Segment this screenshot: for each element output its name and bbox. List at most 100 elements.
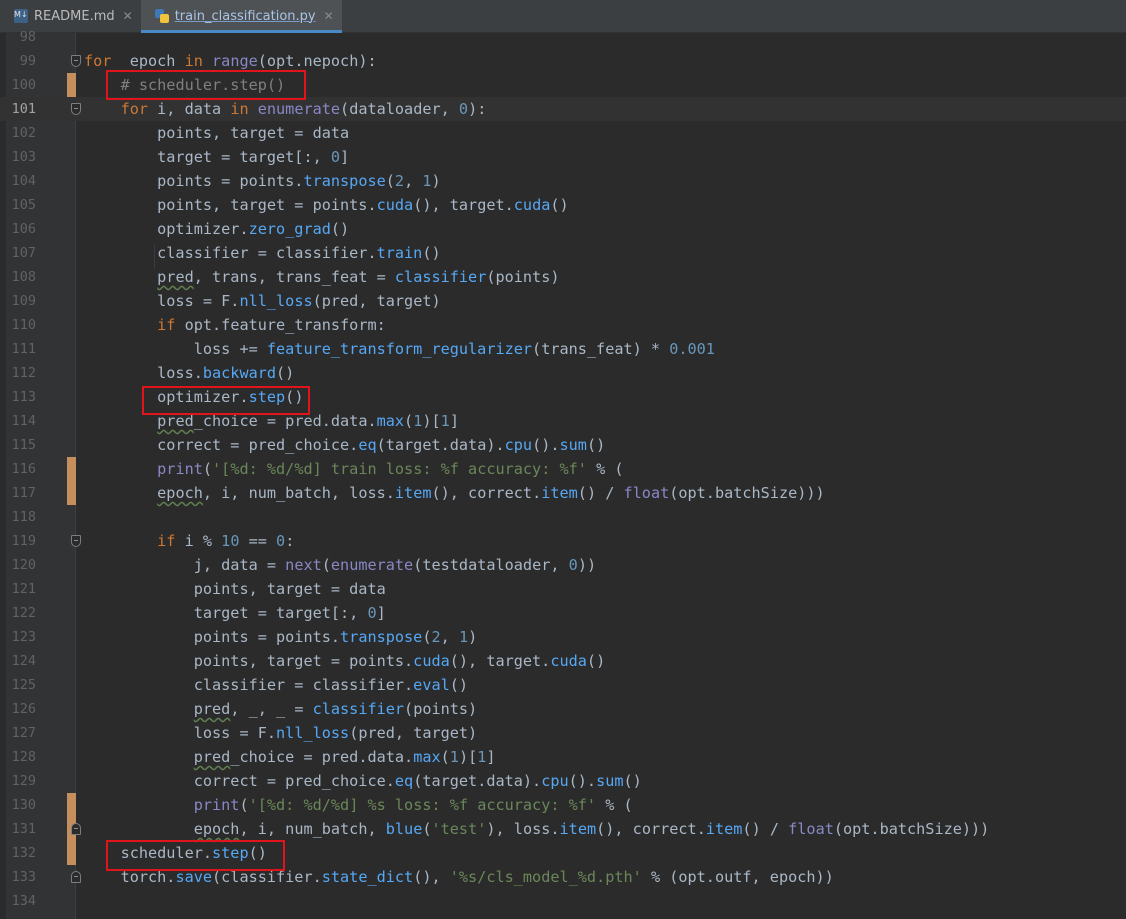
code-line[interactable]: 118 [0,505,1126,529]
code-token: classifier [394,268,487,286]
change-marker[interactable] [67,481,76,505]
fold-toggle-icon[interactable] [71,535,81,547]
code-line[interactable]: 134 [0,889,1126,913]
code-line[interactable]: 117 epoch, i, num_batch, loss.item(), co… [0,481,1126,505]
code-token: , [440,628,459,646]
code-token: max [376,412,405,430]
code-text: if i % 10 == 0: [84,529,294,553]
code-line[interactable]: 119 if i % 10 == 0: [0,529,1126,553]
highlight-box-scheduler-step [106,840,285,871]
code-token: % ( [596,796,633,814]
code-token: epoch [193,820,240,838]
code-line[interactable]: 106 optimizer.zero_grad() [0,217,1126,241]
code-token: , i, num_batch, loss. [202,484,395,502]
fold-toggle-icon[interactable] [71,823,81,835]
change-marker[interactable] [67,841,76,865]
code-line[interactable]: 98 [0,25,1126,49]
code-line[interactable]: 103 target = target[:, 0] [0,145,1126,169]
code-line[interactable]: 129 correct = pred_choice.eq(target.data… [0,769,1126,793]
code-line[interactable]: 121 points, target = data [0,577,1126,601]
code-line[interactable]: 107 classifier = classifier.train() [0,241,1126,265]
code-line[interactable]: 109 loss = F.nll_loss(pred, target) [0,289,1126,313]
code-line[interactable]: 127 loss = F.nll_loss(pred, target) [0,721,1126,745]
code-line[interactable]: 115 correct = pred_choice.eq(target.data… [0,433,1126,457]
code-token: , i, num_batch, [239,820,386,838]
code-token: 0 [276,532,286,550]
code-token: points, target = data [84,580,386,598]
code-token: enumerate [248,100,341,118]
code-text: correct = pred_choice.eq(target.data).cp… [84,769,642,793]
code-token: () [550,196,569,214]
fold-toggle-icon[interactable] [71,103,81,115]
code-line[interactable]: 122 target = target[:, 0] [0,601,1126,625]
code-line[interactable]: 126 pred, _, _ = classifier(points) [0,697,1126,721]
python-file-icon [154,9,169,23]
line-number: 113 [11,389,36,405]
code-token: eval [413,676,450,694]
code-token: ( [202,460,213,478]
code-token: (target.data). [376,436,505,454]
close-icon[interactable]: ✕ [123,9,133,23]
code-token: optimizer. [84,220,249,238]
code-line[interactable]: 120 j, data = next(enumerate(testdataloa… [0,553,1126,577]
fold-toggle-icon[interactable] [71,55,81,67]
code-token: ] [340,148,350,166]
code-line[interactable]: 111 loss += feature_transform_regularize… [0,337,1126,361]
change-marker[interactable] [67,457,76,481]
code-editor[interactable]: 98 99 for epoch in range(opt.nepoch): 100 #… [0,29,1126,919]
code-token: '%s/cls_model_%d.pth' [449,868,642,886]
code-text: optimizer.zero_grad() [84,217,349,241]
line-number: 115 [11,437,36,453]
code-token: item [705,820,743,838]
line-number: 111 [11,341,36,357]
code-line[interactable]: 124 points, target = points.cuda(), targ… [0,649,1126,673]
fold-toggle-icon[interactable] [71,871,81,883]
code-line[interactable]: 131 epoch, i, num_batch, blue('test'), l… [0,817,1126,841]
code-line[interactable]: 101 for i, data in enumerate(dataloader,… [0,97,1126,121]
code-token: ): [468,100,487,118]
code-line[interactable]: 130 print('[%d: %d/%d] %s loss: %f accur… [0,793,1126,817]
code-line[interactable]: 128 pred_choice = pred.data.max(1)[1] [0,745,1126,769]
code-line[interactable]: 102 points, target = data [0,121,1126,145]
code-token: == [239,532,277,550]
code-token: eq [394,772,414,790]
code-token: item [394,484,432,502]
code-text: j, data = next(enumerate(testdataloader,… [84,553,596,577]
change-marker[interactable] [67,793,76,817]
code-token: nll_loss [276,724,350,742]
code-token: next [285,556,322,574]
code-line[interactable]: 110 if opt.feature_transform: [0,313,1126,337]
code-line[interactable]: 108 pred, trans, trans_feat = classifier… [0,265,1126,289]
code-token: cuda [513,196,551,214]
line-number: 123 [11,629,36,645]
line-number: 116 [11,461,36,477]
code-token: points, target = points. [84,196,377,214]
code-token: epoch [111,52,185,70]
close-icon[interactable]: ✕ [324,9,334,23]
code-token: 2 [394,172,405,190]
line-number: 128 [11,749,36,765]
code-line[interactable]: 116 print('[%d: %d/%d] train loss: %f ac… [0,457,1126,481]
code-token: (), [413,868,450,886]
code-line[interactable]: 112 loss.backward() [0,361,1126,385]
code-token: transpose [303,172,386,190]
line-number: 112 [11,365,36,381]
code-token: 1 [422,172,432,190]
code-line[interactable]: 125 classifier = classifier.eval() [0,673,1126,697]
code-token: zero_grad [248,220,331,238]
code-token: opt.feature_transform: [175,316,386,334]
code-line[interactable]: 104 points = points.transpose(2, 1) [0,169,1126,193]
code-token: points = points. [84,172,304,190]
line-number: 105 [11,197,36,213]
code-token: '[%d: %d/%d] train loss: %f accuracy: %f… [212,460,587,478]
change-marker[interactable] [67,73,76,97]
code-token: points = points. [84,628,341,646]
code-token: (dataloader, [340,100,459,118]
code-line[interactable]: 123 points = points.transpose(2, 1) [0,625,1126,649]
code-line[interactable]: 105 points, target = points.cuda(), targ… [0,193,1126,217]
code-token: (points) [486,268,560,286]
code-token: (opt.nepoch): [257,52,377,70]
